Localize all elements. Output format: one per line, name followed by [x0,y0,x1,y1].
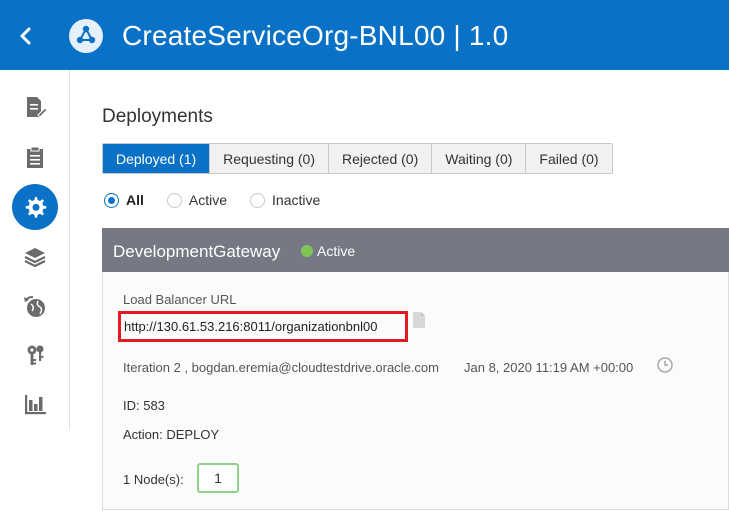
nodes-count-button[interactable]: 1 [197,463,239,493]
edit-document-icon [27,97,47,118]
radio-label: Inactive [272,192,321,208]
clipboard-icon [27,146,43,168]
sidebar-item-clipboard[interactable] [12,135,58,181]
deployment-tabs: Deployed (1) Requesting (0) Rejected (0)… [102,143,613,174]
radio-button[interactable] [104,192,119,208]
gear-icon [25,197,47,218]
load-balancer-url-highlight: http://130.61.53.216:8011/organizationbn… [118,311,408,342]
page-title: CreateServiceOrg-BNL00 | 1.0 [122,20,509,51]
load-balancer-url[interactable]: http://130.61.53.216:8011/organizationbn… [124,319,377,334]
radio-label: All [126,192,144,208]
keys-icon [27,345,44,365]
tab-rejected[interactable]: Rejected (0) [328,144,433,173]
sidebar-item-analytics[interactable] [12,381,58,427]
deployment-action: Action: DEPLOY [123,427,220,442]
tab-waiting[interactable]: Waiting (0) [432,144,527,173]
tab-requesting[interactable]: Requesting (0) [210,144,329,173]
tab-failed[interactable]: Failed (0) [526,144,612,173]
iteration-info: Iteration 2 , bogdan.eremia@cloudtestdri… [123,360,439,375]
sidebar-item-edit[interactable] [12,84,58,130]
environment-name: DevelopmentGateway [113,242,281,261]
deployment-id: ID: 583 [123,398,165,413]
sidebar-item-globe[interactable] [12,284,58,330]
status-badge: Active [317,243,356,259]
deployment-timestamp: Jan 8, 2020 11:19 AM +00:00 [464,360,634,375]
radio-button[interactable] [166,192,182,208]
radio-label: Active [188,192,228,208]
status-filter: All Active Inactive [104,192,343,208]
copy-icon [413,312,425,328]
chevron-left-icon [20,27,31,45]
filter-active-radio[interactable]: Active [166,192,228,208]
sidebar [0,70,70,430]
sidebar-item-keys[interactable] [12,332,58,378]
api-network-icon [69,19,103,53]
nodes-label: 1 Node(s): [123,472,184,487]
radio-button[interactable] [250,192,266,208]
top-bar: CreateServiceOrg-BNL00 | 1.0 [0,0,729,70]
clock-icon [656,356,674,374]
status-dot [301,245,313,257]
globe-refresh-icon [24,296,45,317]
layers-icon [24,248,46,268]
copy-button[interactable] [408,309,430,331]
back-button[interactable] [14,22,38,50]
filter-inactive-radio[interactable]: Inactive [250,192,320,208]
filter-all-radio[interactable]: All [104,192,144,208]
bar-chart-icon [25,395,46,415]
tab-deployed[interactable]: Deployed (1) [103,144,211,173]
load-balancer-label: Load Balancer URL [123,292,237,307]
section-heading: Deployments [102,106,213,127]
sidebar-item-deployments[interactable] [12,184,58,230]
sidebar-item-layers[interactable] [12,234,58,280]
